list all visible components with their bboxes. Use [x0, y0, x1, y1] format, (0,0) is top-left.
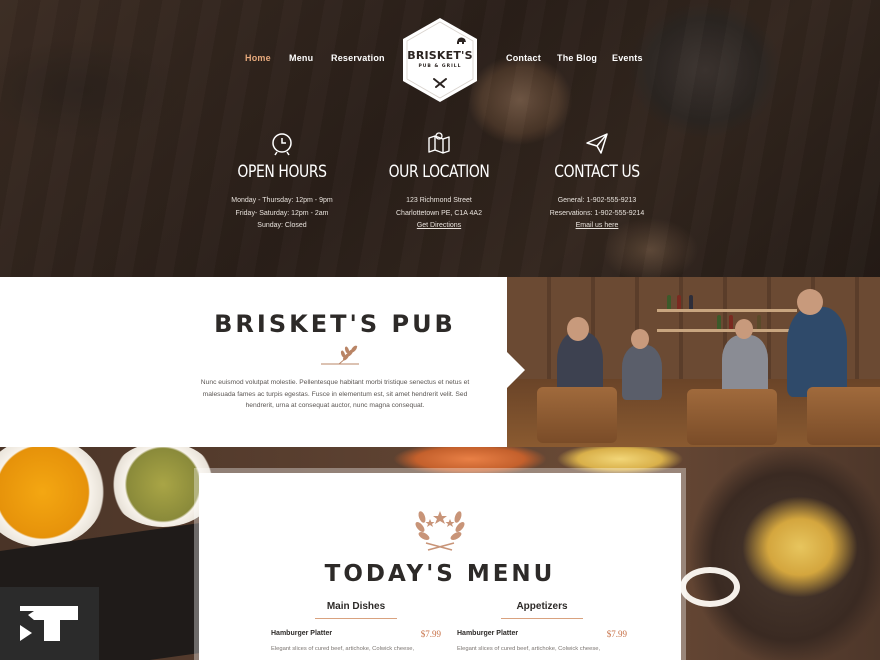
- menu-card: TODAY'S MENU Main Dishes Hamburger Platt…: [199, 473, 681, 660]
- nav-events[interactable]: Events: [612, 53, 643, 63]
- about-section: BRISKET'S PUB Nunc euismod volutpat mole…: [0, 277, 880, 447]
- card-pointer: [507, 352, 525, 388]
- nav-home[interactable]: Home: [245, 53, 271, 63]
- menu-title: TODAY'S MENU: [324, 561, 556, 587]
- nav-contact[interactable]: Contact: [506, 53, 541, 63]
- email-link[interactable]: Email us here: [507, 220, 687, 233]
- nav-reservation[interactable]: Reservation: [331, 53, 385, 63]
- wheat-sprig-icon: [321, 345, 359, 365]
- map-icon: [428, 132, 450, 154]
- open-hours-title: OPEN HOURS: [237, 162, 327, 182]
- laurel-wreath-icon: [415, 511, 465, 551]
- open-hours-block: OPEN HOURS Monday - Thursday: 12pm - 9pm…: [192, 130, 372, 233]
- contact-text: General: 1-902-555-9213 Reservations: 1-…: [507, 195, 687, 233]
- paper-plane-icon: [586, 133, 608, 154]
- hours-line: Sunday: Closed: [257, 222, 307, 229]
- dish-description: Elegant slices of cured beef, artichoke,…: [271, 646, 415, 652]
- menu-column-title[interactable]: Main Dishes: [315, 601, 397, 619]
- theme-badge[interactable]: [0, 587, 99, 660]
- about-text: Nunc euismod volutpat molestie. Pellente…: [200, 379, 470, 409]
- clock-icon: [272, 133, 292, 156]
- phone-line: General: 1-902-555-9213: [557, 197, 637, 204]
- nav-blog[interactable]: The Blog: [557, 53, 597, 63]
- logo-tagline: PUB & GRILL: [418, 64, 462, 69]
- about-card: [0, 277, 507, 447]
- dish-name: Hamburger Platter: [457, 630, 519, 637]
- menu-column-title[interactable]: Appetizers: [501, 601, 583, 619]
- hours-line: Friday- Saturday: 12pm - 2am: [235, 209, 329, 217]
- address-line: Charlottetown PE, C1A 4A2: [396, 209, 482, 217]
- brand-logo[interactable]: BRISKET'S PUB & GRILL: [401, 17, 479, 103]
- get-directions-link[interactable]: Get Directions: [349, 220, 529, 233]
- menu-column-main: Main Dishes Hamburger Platter $7.99 Eleg…: [271, 601, 441, 652]
- dish-price: $7.99: [606, 629, 627, 639]
- menu-item: Hamburger Platter $7.99 Elegant slices o…: [457, 629, 627, 652]
- contact-title: CONTACT US: [554, 162, 640, 182]
- location-block: OUR LOCATION 123 Richmond Street Charlot…: [349, 130, 529, 233]
- dish-name: Hamburger Platter: [271, 630, 333, 637]
- pub-interior-photo: [507, 277, 880, 447]
- location-text: 123 Richmond Street Charlottetown PE, C1…: [349, 195, 529, 233]
- about-title: BRISKET'S PUB: [214, 310, 456, 338]
- location-title: OUR LOCATION: [388, 162, 490, 182]
- nav-menu[interactable]: Menu: [289, 53, 313, 63]
- logo-name: BRISKET'S: [407, 49, 473, 62]
- phone-line: Reservations: 1-902-555-9214: [549, 209, 645, 217]
- menu-column-appetizers: Appetizers Hamburger Platter $7.99 Elega…: [457, 601, 627, 652]
- address-line: 123 Richmond Street: [406, 197, 472, 204]
- dish-description: Elegant slices of cured beef, artichoke,…: [457, 646, 601, 652]
- t-logo-icon: [20, 606, 78, 641]
- dish-price: $7.99: [420, 629, 441, 639]
- hours-line: Monday - Thursday: 12pm - 9pm: [231, 197, 333, 204]
- menu-item: Hamburger Platter $7.99 Elegant slices o…: [271, 629, 441, 652]
- contact-block: CONTACT US General: 1-902-555-9213 Reser…: [507, 130, 687, 233]
- open-hours-text: Monday - Thursday: 12pm - 9pm Friday- Sa…: [192, 195, 372, 233]
